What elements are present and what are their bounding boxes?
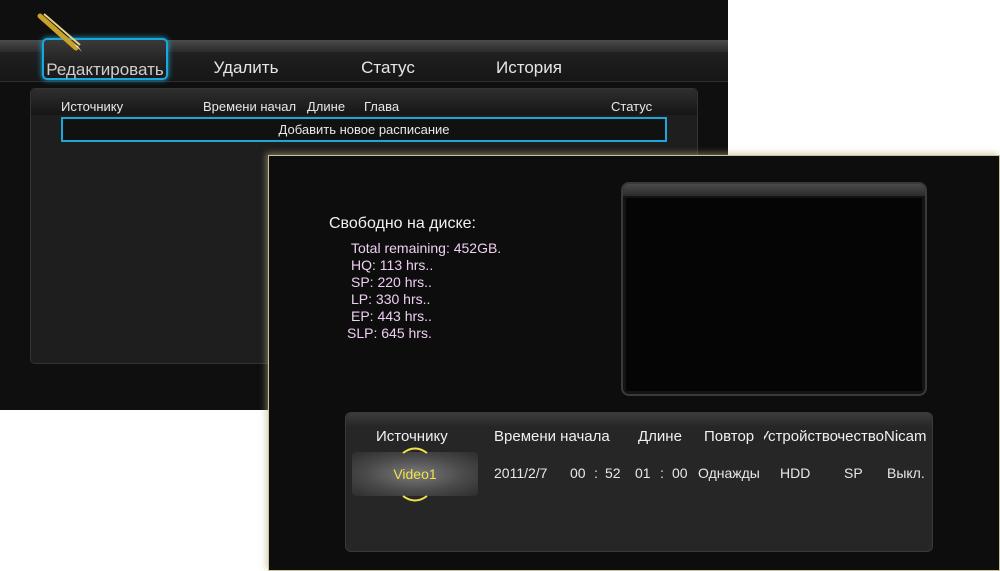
- column-source: Источнику: [376, 428, 448, 445]
- source-value: Video1: [393, 466, 437, 482]
- disk-hq: HQ: 113 hrs..: [351, 257, 434, 273]
- disk-sp: SP: 220 hrs..: [351, 274, 432, 290]
- schedule-edit-panel: Источнику Времени начала Длине Повтор Ус…: [345, 412, 933, 552]
- pencil-icon: [37, 13, 82, 52]
- column-nicam: Nicam: [884, 428, 927, 445]
- length-separator: :: [660, 465, 664, 481]
- tab-edit-label: Редактировать: [46, 60, 164, 79]
- tab-history[interactable]: История: [478, 55, 580, 81]
- column-source: Источнику: [61, 99, 124, 114]
- repeat-field[interactable]: Однажды: [698, 465, 764, 481]
- disk-ep: EP: 443 hrs..: [351, 308, 432, 324]
- disk-total-remaining: Total remaining: 452GB.: [351, 240, 502, 256]
- disk-space-title: Свободно на диске:: [329, 215, 476, 232]
- column-repeat: Повтор: [704, 428, 755, 445]
- disk-lp: LP: 330 hrs..: [351, 291, 431, 307]
- tab-status-label: Статус: [361, 58, 415, 77]
- schedule-header-bar: [346, 413, 932, 427]
- front-screen: Свободно на диске: Total remaining: 452G…: [268, 155, 1000, 571]
- tab-history-label: История: [496, 58, 562, 77]
- preview-header: [623, 184, 925, 196]
- disk-slp: SLP: 645 hrs.: [347, 325, 432, 341]
- chevron-down-icon[interactable]: [402, 495, 428, 503]
- date-field[interactable]: 2011/2/7: [494, 465, 547, 481]
- column-quality: Качество: [838, 428, 884, 445]
- quality-field[interactable]: SP: [844, 465, 863, 481]
- add-schedule-row[interactable]: Добавить новое расписание: [61, 117, 667, 142]
- chevron-up-icon[interactable]: [402, 446, 428, 454]
- tab-status[interactable]: Статус: [342, 55, 434, 81]
- column-start-time: Времени начал: [203, 99, 297, 114]
- tab-delete[interactable]: Удалить: [196, 55, 296, 81]
- tab-delete-label: Удалить: [213, 58, 279, 77]
- start-hour-field[interactable]: 00: [570, 465, 586, 481]
- length-minute-field[interactable]: 00: [672, 465, 688, 481]
- column-device: Устройство: [764, 428, 838, 445]
- column-chapter: Глава: [364, 99, 400, 114]
- device-field[interactable]: HDD: [780, 465, 810, 481]
- preview-screen: [626, 198, 922, 391]
- column-status: Статус: [611, 99, 653, 114]
- column-length: Длине: [307, 99, 346, 114]
- column-start-time: Времени начала: [494, 428, 610, 445]
- length-hour-field[interactable]: 01: [635, 465, 651, 481]
- nicam-field[interactable]: Выкл.: [887, 465, 925, 481]
- time-separator: :: [594, 465, 598, 481]
- column-length: Длине: [638, 428, 682, 445]
- video-preview: [621, 182, 927, 396]
- start-minute-field[interactable]: 52: [605, 465, 621, 481]
- source-selector[interactable]: Video1: [352, 452, 478, 496]
